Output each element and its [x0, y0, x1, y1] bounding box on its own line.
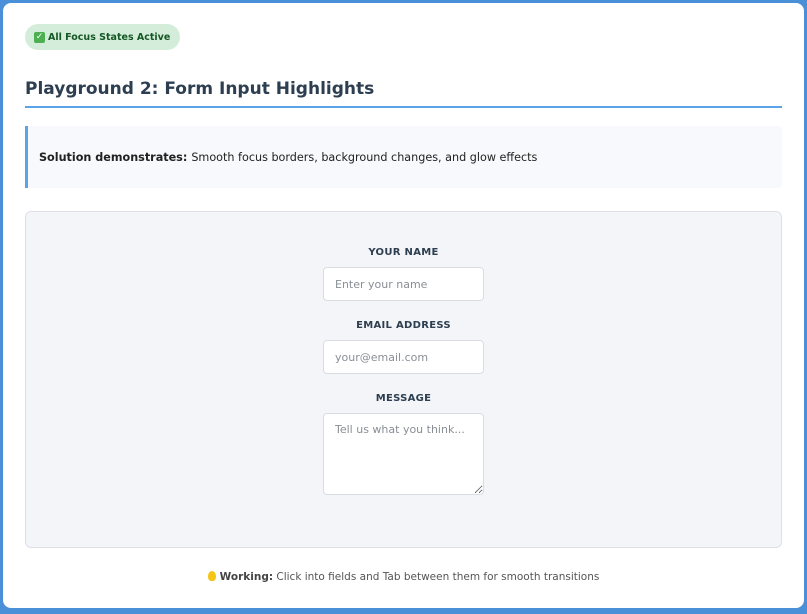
check-mark-icon: ✓: [34, 31, 45, 43]
status-badge: ✓ All Focus States Active: [25, 24, 181, 50]
app-window: ✓ All Focus States Active Playground 2: …: [3, 3, 804, 608]
name-input[interactable]: [323, 267, 484, 301]
info-callout: Solution demonstrates: Smooth focus bord…: [25, 126, 782, 188]
footer-hint-text: Click into fields and Tab between them f…: [276, 571, 600, 583]
info-callout-label: Solution demonstrates:: [39, 150, 188, 164]
message-label: MESSAGE: [375, 393, 432, 404]
lightbulb-icon: [207, 571, 216, 581]
footer-hint-label: Working:: [219, 571, 274, 583]
form-panel: YOUR NAME EMAIL ADDRESS MESSAGE: [25, 211, 782, 548]
email-input[interactable]: [323, 340, 484, 374]
info-callout-text: Smooth focus borders, background changes…: [191, 150, 538, 164]
message-textarea[interactable]: [323, 413, 484, 495]
email-label: EMAIL ADDRESS: [356, 320, 451, 331]
footer-hint: Working: Click into fields and Tab betwe…: [3, 571, 804, 583]
status-badge-label: All Focus States Active: [48, 31, 171, 43]
page-title: Playground 2: Form Input Highlights: [25, 79, 782, 108]
name-label: YOUR NAME: [368, 247, 439, 258]
